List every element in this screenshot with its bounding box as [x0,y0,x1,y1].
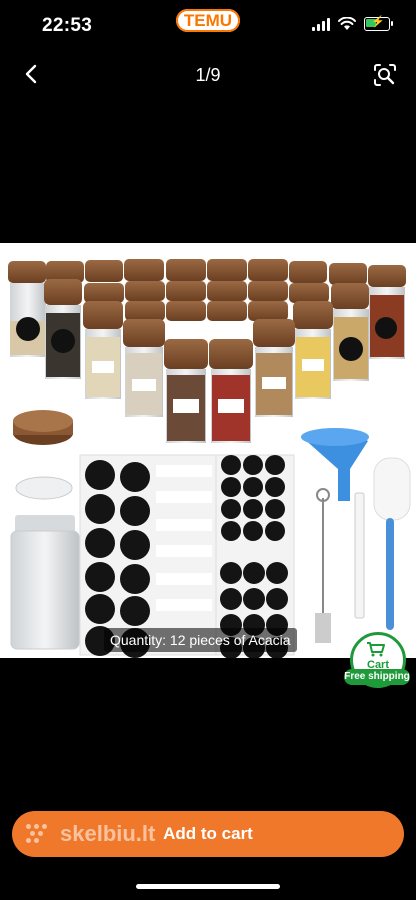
watermark-logo-icon [26,824,54,844]
spice-jar-set-illustration [8,259,411,658]
quantity-caption: Quantity: 12 pieces of Acacia [104,628,297,652]
product-image[interactable]: Quantity: 12 pieces of Acacia [0,243,416,658]
free-shipping-badge: Free shipping [344,669,410,685]
home-indicator[interactable] [136,884,280,889]
watermark: skelbiu.lt [26,814,155,854]
status-time: 22:53 [42,15,93,36]
wifi-icon [338,17,356,30]
shopping-cart-icon [367,642,385,657]
temu-badge[interactable]: TEMU [176,9,240,32]
status-bar: 22:53 TEMU ⚡ [0,0,416,54]
page-counter: 1/9 [195,65,221,85]
battery-icon: ⚡ [364,16,393,31]
cellular-signal-icon [312,17,330,31]
front-row-jars [83,301,333,443]
accessories [301,428,411,643]
visual-search-icon[interactable] [372,62,398,88]
status-icons: ⚡ [312,16,393,31]
watermark-text: skelbiu.lt [60,821,156,846]
image-viewer-nav: 1/9 [0,58,416,94]
cart-floating-button[interactable]: Cart Free shipping [344,632,410,688]
single-jar-with-parts [10,410,80,650]
